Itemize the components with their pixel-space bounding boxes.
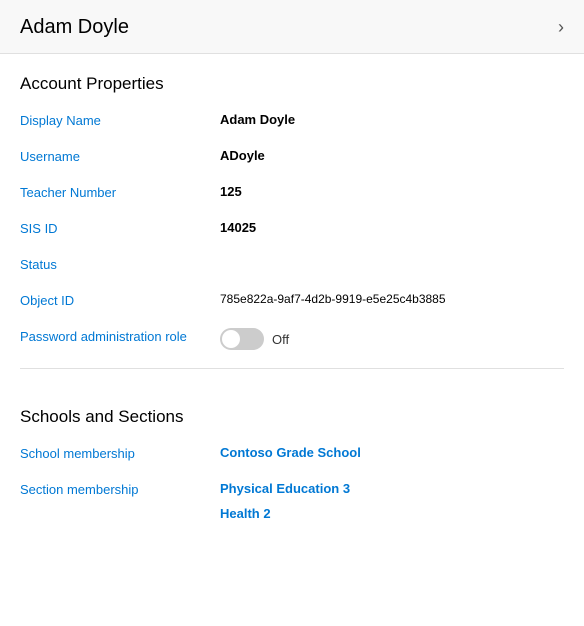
school-membership-row: School membership Contoso Grade School [20,445,564,467]
sis-id-value: 14025 [220,220,256,235]
password-admin-toggle-container: Off [220,328,289,350]
display-name-value: Adam Doyle [220,112,295,127]
chevron-right-icon[interactable]: › [558,17,564,38]
sis-id-row: SIS ID 14025 [20,220,564,242]
teacher-number-label: Teacher Number [20,184,220,200]
section-membership-label: Section membership [20,481,220,497]
username-row: Username ADoyle [20,148,564,170]
object-id-value: 785e822a-9af7-4d2b-9919-e5e25c4b3885 [220,292,446,306]
display-name-row: Display Name Adam Doyle [20,112,564,134]
schools-sections-title: Schools and Sections [20,407,564,427]
toggle-off-label: Off [272,332,289,347]
header: Adam Doyle › [0,0,584,54]
teacher-number-row: Teacher Number 125 [20,184,564,206]
object-id-row: Object ID 785e822a-9af7-4d2b-9919-e5e25c… [20,292,564,314]
account-properties-title: Account Properties [20,74,564,94]
school-membership-label: School membership [20,445,220,461]
schools-sections-section: Schools and Sections School membership C… [0,387,584,521]
status-label: Status [20,256,220,272]
account-properties-section: Account Properties Display Name Adam Doy… [0,54,584,350]
school-membership-value[interactable]: Contoso Grade School [220,445,361,460]
password-admin-role-row: Password administration role Off [20,328,564,350]
object-id-label: Object ID [20,292,220,308]
toggle-knob [222,330,240,348]
password-admin-role-label: Password administration role [20,328,220,344]
page-title: Adam Doyle [20,16,129,39]
sis-id-label: SIS ID [20,220,220,236]
section-membership-pe3[interactable]: Physical Education 3 [220,481,350,496]
username-value: ADoyle [220,148,265,163]
section-membership-values: Physical Education 3 Health 2 [220,481,350,521]
display-name-label: Display Name [20,112,220,128]
status-row: Status [20,256,564,278]
section-membership-row: Section membership Physical Education 3 … [20,481,564,521]
section-divider [20,368,564,369]
teacher-number-value: 125 [220,184,242,199]
username-label: Username [20,148,220,164]
section-membership-health2[interactable]: Health 2 [220,506,350,521]
password-admin-toggle[interactable] [220,328,264,350]
